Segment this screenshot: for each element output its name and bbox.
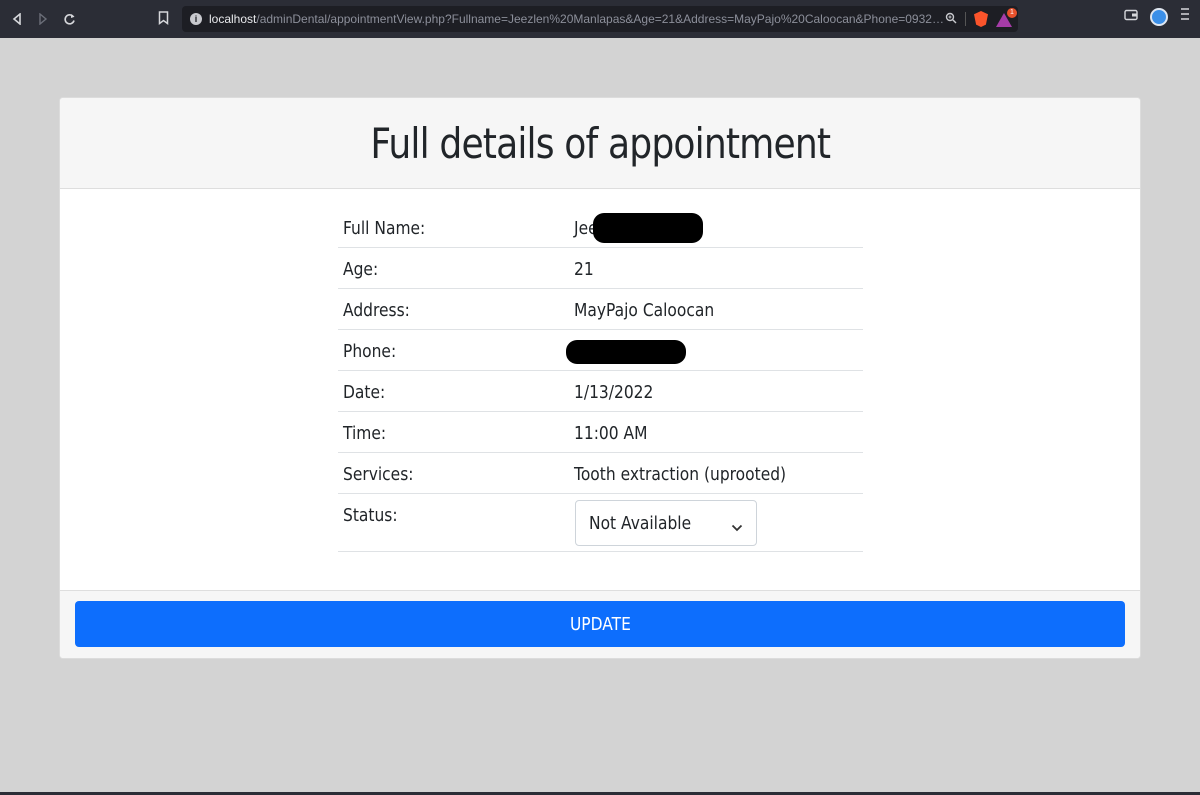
status-label: Status: <box>343 505 398 526</box>
address-value: MayPajo Caloocan <box>574 300 715 321</box>
url-text: localhost/adminDental/appointmentView.ph… <box>209 12 945 26</box>
redaction-block <box>566 340 686 364</box>
update-button-label: UPDATE <box>569 613 631 635</box>
services-value: Tooth extraction (uprooted) <box>574 464 787 485</box>
toolbar-right <box>1124 7 1190 26</box>
address-label: Address: <box>343 300 410 321</box>
brave-shields-icon[interactable] <box>974 11 988 27</box>
bookmark-icon[interactable] <box>158 11 169 30</box>
status-select[interactable]: Not Available <box>575 500 757 546</box>
row-status: Status: Not Available <box>338 494 863 552</box>
date-value: 1/13/2022 <box>574 382 654 403</box>
services-label: Services: <box>343 464 414 485</box>
profile-icon[interactable] <box>1150 7 1168 26</box>
info-icon[interactable]: i <box>190 13 202 25</box>
page-title: Full details of appointment <box>370 118 831 168</box>
phone-label: Phone: <box>343 341 397 362</box>
reload-icon[interactable] <box>58 8 80 30</box>
separator <box>965 12 966 26</box>
card-footer: UPDATE <box>60 590 1140 658</box>
time-value: 11:00 AM <box>574 423 648 444</box>
row-phone: Phone: <box>338 330 863 371</box>
menu-icon[interactable] <box>1180 7 1190 26</box>
fullname-label: Full Name: <box>343 218 426 239</box>
appointment-card: Full details of appointment Full Name: J… <box>59 97 1141 659</box>
time-label: Time: <box>343 423 387 444</box>
update-button[interactable]: UPDATE <box>75 601 1125 647</box>
row-address: Address: MayPajo Caloocan <box>338 289 863 330</box>
chevron-down-icon <box>731 517 743 538</box>
wallet-icon[interactable] <box>1124 8 1138 26</box>
brave-rewards-icon[interactable]: 1 <box>996 8 1017 27</box>
redaction-block <box>593 213 703 243</box>
rewards-badge: 1 <box>1007 8 1017 18</box>
row-fullname: Full Name: Jee <box>338 207 863 248</box>
date-label: Date: <box>343 382 386 403</box>
row-services: Services: Tooth extraction (uprooted) <box>338 453 863 494</box>
forward-icon[interactable] <box>32 8 54 30</box>
card-header: Full details of appointment <box>60 98 1140 189</box>
status-selected-value: Not Available <box>589 512 692 534</box>
age-label: Age: <box>343 259 379 280</box>
row-age: Age: 21 <box>338 248 863 289</box>
details-table: Full Name: Jee Age: 21 Address: MayPajo … <box>338 207 863 552</box>
zoom-icon[interactable] <box>945 12 957 27</box>
back-icon[interactable] <box>6 8 28 30</box>
age-value: 21 <box>574 259 594 280</box>
address-bar[interactable]: i localhost/adminDental/appointmentView.… <box>182 6 1018 32</box>
row-date: Date: 1/13/2022 <box>338 371 863 412</box>
row-time: Time: 11:00 AM <box>338 412 863 453</box>
